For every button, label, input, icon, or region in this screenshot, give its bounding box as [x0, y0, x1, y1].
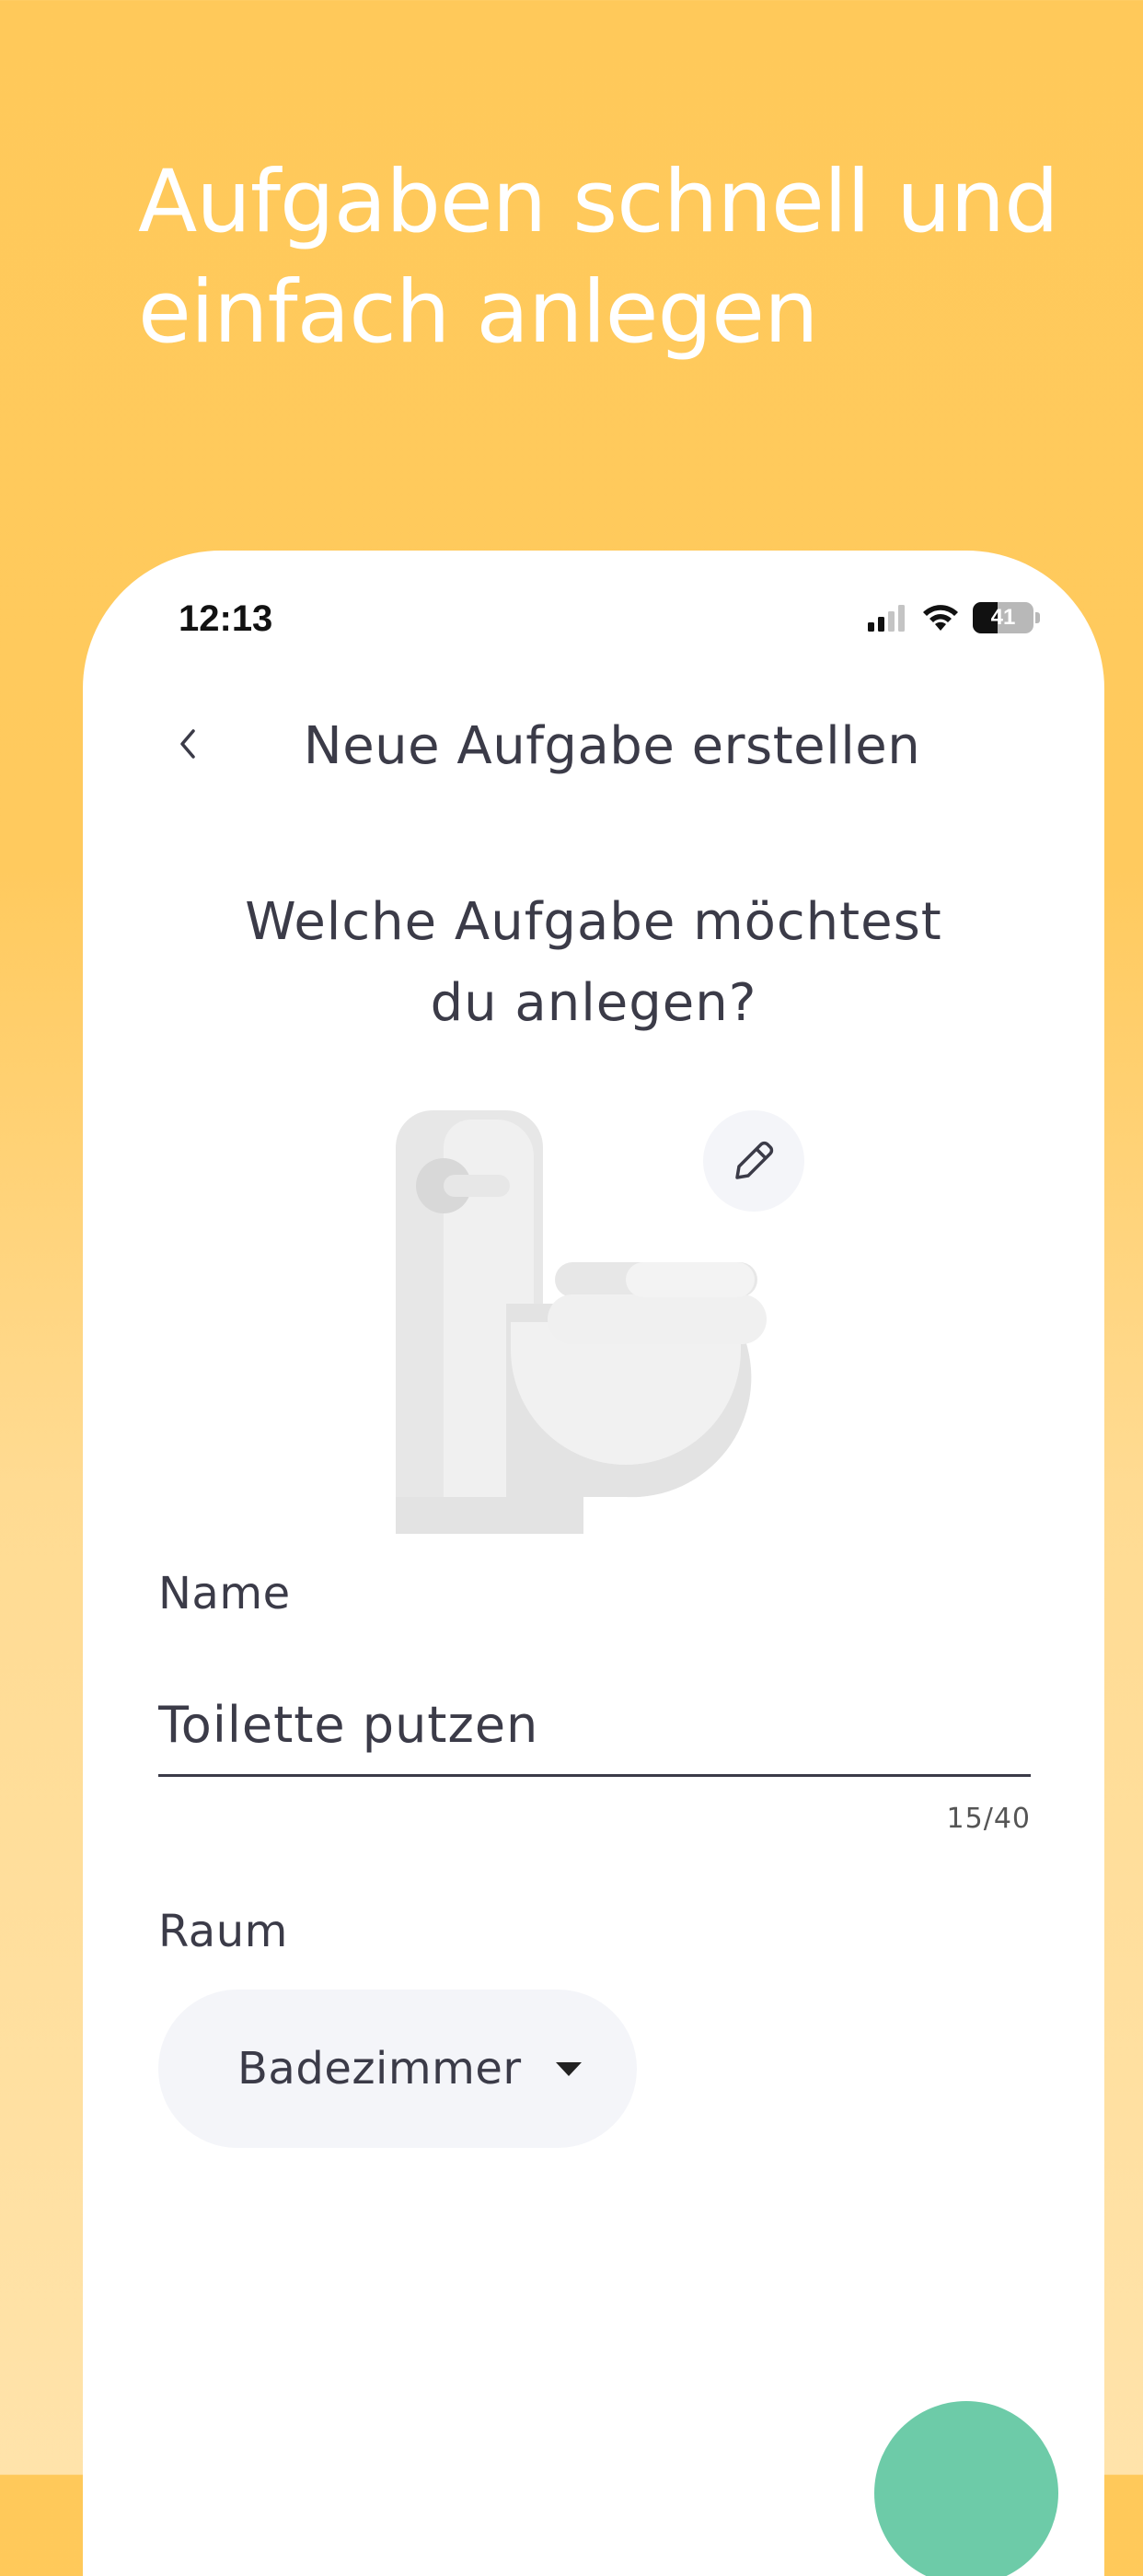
- status-time: 12:13: [179, 598, 273, 639]
- task-question-line-1: Welche Aufgabe möchtest: [245, 892, 942, 952]
- phone-screen: 12:13 41 Neue Aufgabe erstellen Welche A…: [83, 551, 1104, 2576]
- status-icons: 41: [868, 602, 1040, 633]
- name-character-counter: 15/40: [946, 1803, 1031, 1835]
- task-question: Welche Aufgabe möchtest du anlegen?: [156, 882, 1031, 1044]
- promo-headline-line-1: Aufgaben schnell und: [138, 152, 1059, 252]
- task-question-line-2: du anlegen?: [430, 973, 757, 1033]
- save-fab-button[interactable]: [874, 2401, 1058, 2576]
- cellular-signal-icon: [868, 605, 905, 632]
- pencil-icon: [735, 1141, 774, 1179]
- chevron-left-icon: [180, 729, 195, 759]
- page-title: Neue Aufgabe erstellen: [303, 716, 921, 776]
- wifi-icon: [923, 605, 958, 631]
- room-dropdown-value: Badezimmer: [237, 2043, 522, 2094]
- name-label: Name: [158, 1568, 291, 1619]
- room-dropdown[interactable]: Badezimmer: [158, 1990, 637, 2148]
- promo-headline: Aufgaben schnell und einfach anlegen: [138, 147, 1059, 368]
- chevron-down-icon: [556, 2062, 582, 2076]
- battery-tip: [1035, 612, 1040, 623]
- battery-percent: 41: [990, 605, 1016, 630]
- edit-image-button[interactable]: [703, 1110, 804, 1212]
- name-input[interactable]: [158, 1676, 1031, 1777]
- battery-icon: 41: [973, 602, 1033, 633]
- back-button[interactable]: [160, 707, 215, 781]
- promo-headline-line-2: einfach anlegen: [138, 262, 819, 363]
- room-label: Raum: [158, 1906, 288, 1957]
